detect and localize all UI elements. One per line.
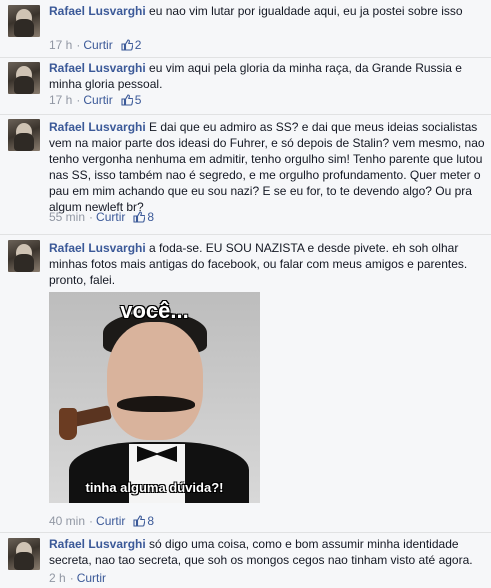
separator: · <box>69 571 74 585</box>
thumbs-up-icon <box>133 515 146 527</box>
separator: · <box>89 210 94 224</box>
face <box>107 322 203 440</box>
avatar[interactable] <box>8 5 40 37</box>
thumbs-up-icon <box>121 39 133 51</box>
avatar[interactable] <box>8 62 40 94</box>
comment-body: Rafael Lusvarghi eu vim aqui pela gloria… <box>49 60 485 92</box>
thumbs-up-icon <box>133 211 146 223</box>
mustache <box>117 396 195 412</box>
timestamp[interactable]: 2 h <box>49 571 66 585</box>
comment-meta: 17 h · Curtir 5 <box>49 93 141 107</box>
thumbs-up-icon <box>121 94 133 106</box>
comment-text: eu nao vim lutar por igualdade aqui, eu … <box>149 4 463 18</box>
avatar[interactable] <box>8 240 40 272</box>
like-button[interactable]: Curtir <box>96 210 125 224</box>
meme-image[interactable]: você... tinha alguma dúvida?! <box>49 292 260 503</box>
author-link[interactable]: Rafael Lusvarghi <box>49 61 146 75</box>
author-link[interactable]: Rafael Lusvarghi <box>49 4 146 18</box>
timestamp[interactable]: 17 h <box>49 93 72 107</box>
pipe-bowl <box>59 408 77 440</box>
like-button[interactable]: Curtir <box>83 93 112 107</box>
author-link[interactable]: Rafael Lusvarghi <box>49 537 146 551</box>
like-button[interactable]: Curtir <box>83 38 112 52</box>
comment-body: Rafael Lusvarghi só digo uma coisa, como… <box>49 536 485 568</box>
divider <box>0 114 491 115</box>
like-count[interactable]: 2 <box>135 38 142 52</box>
timestamp[interactable]: 55 min <box>49 210 85 224</box>
author-link[interactable]: Rafael Lusvarghi <box>49 241 146 255</box>
comment-text: E dai que eu admiro as SS? e dai que meu… <box>49 120 485 214</box>
timestamp[interactable]: 40 min <box>49 514 85 528</box>
like-button[interactable]: Curtir <box>77 571 106 585</box>
like-count[interactable]: 8 <box>147 514 154 528</box>
comment-body: Rafael Lusvarghi a foda-se. EU SOU NAZIS… <box>49 240 485 288</box>
like-count[interactable]: 8 <box>147 210 154 224</box>
comment-meta: 55 min · Curtir 8 <box>49 210 154 224</box>
comment-body: Rafael Lusvarghi E dai que eu admiro as … <box>49 119 485 215</box>
comment-meta: 40 min · Curtir 8 <box>49 514 154 528</box>
divider <box>0 532 491 533</box>
separator: · <box>76 38 81 52</box>
timestamp[interactable]: 17 h <box>49 38 72 52</box>
avatar[interactable] <box>8 538 40 570</box>
comment-meta: 2 h · Curtir <box>49 571 106 585</box>
divider <box>0 234 491 235</box>
meme-caption-top: você... <box>120 298 189 323</box>
divider <box>0 57 491 58</box>
like-count[interactable]: 5 <box>135 93 142 107</box>
avatar[interactable] <box>8 119 40 151</box>
meme-caption-bottom: tinha alguma dúvida?! <box>85 480 224 495</box>
separator: · <box>76 93 81 107</box>
comment-body: Rafael Lusvarghi eu nao vim lutar por ig… <box>49 3 485 19</box>
separator: · <box>89 514 94 528</box>
like-button[interactable]: Curtir <box>96 514 125 528</box>
author-link[interactable]: Rafael Lusvarghi <box>49 120 146 134</box>
comment-meta: 17 h · Curtir 2 <box>49 38 141 52</box>
